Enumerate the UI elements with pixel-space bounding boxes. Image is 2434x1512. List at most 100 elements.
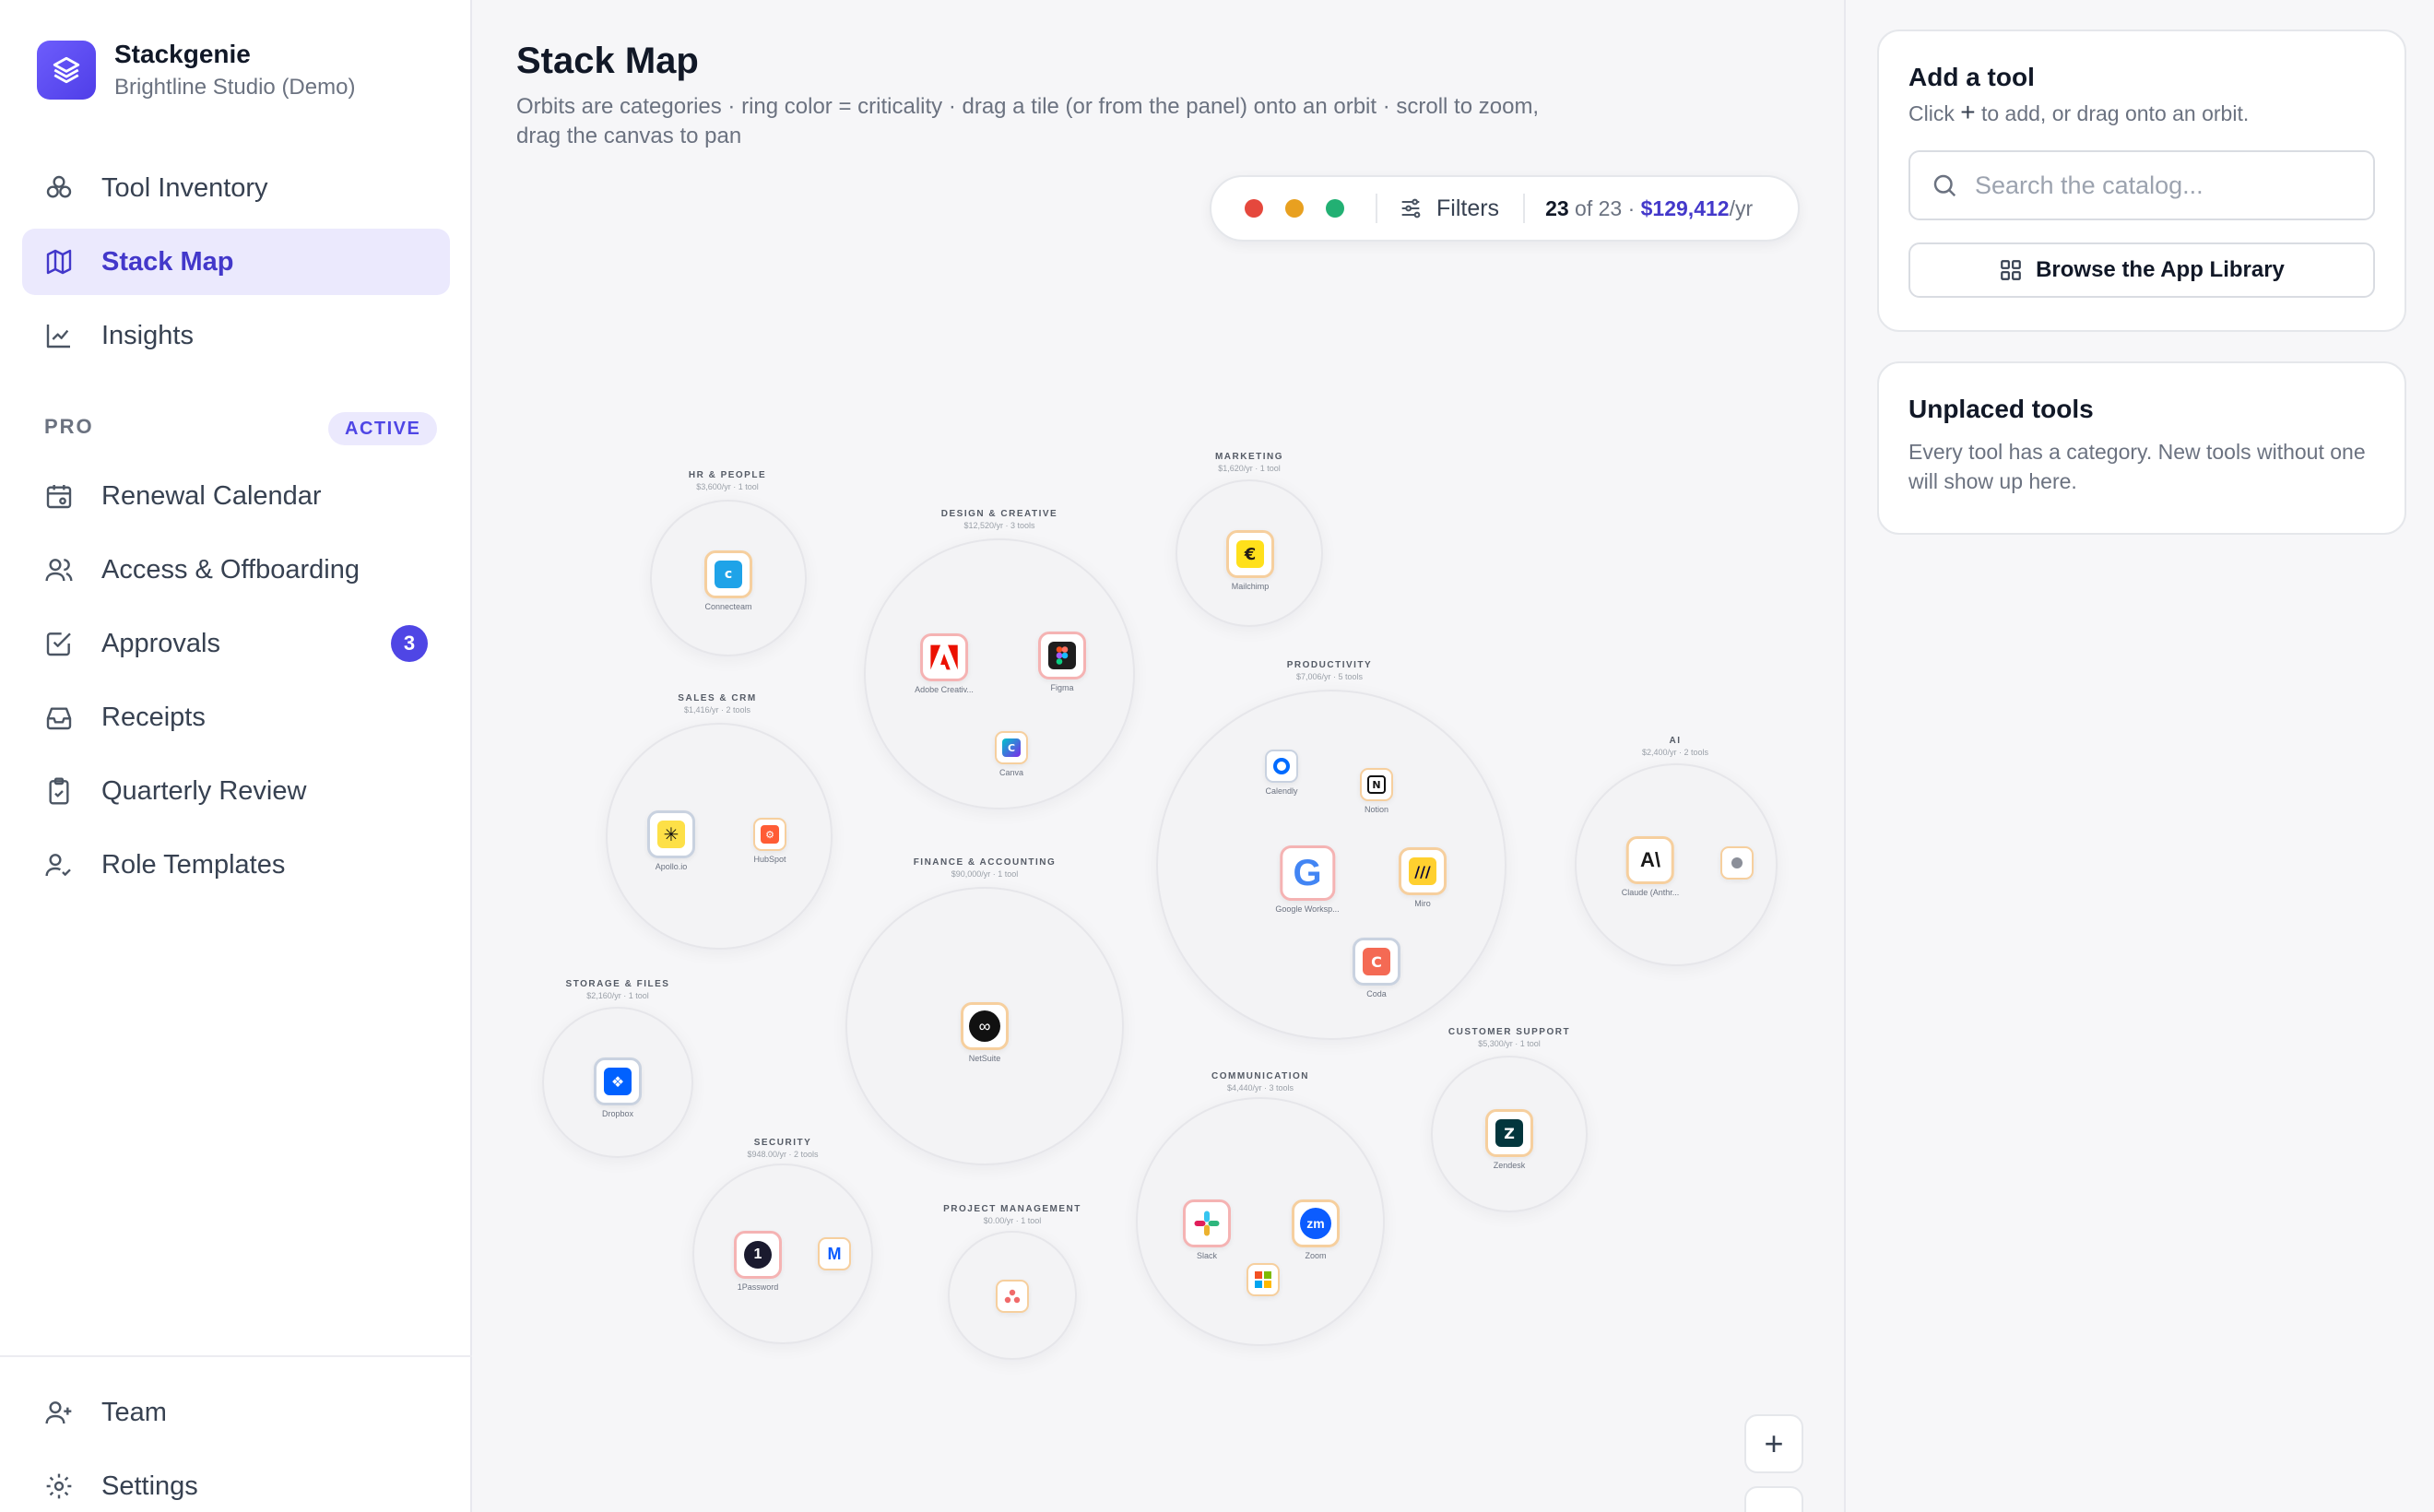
tool-tile-calendly[interactable]: Calendly [1265,750,1298,796]
tool-tile-ai-unnamed[interactable] [1720,846,1754,880]
tool-tile-hubspot[interactable]: ⚙ HubSpot [753,818,786,864]
tool-name: NetSuite [968,1054,1001,1063]
add-tool-title: Add a tool [1908,63,2035,91]
google-logo-icon: G [1293,852,1322,893]
tool-tile-claude[interactable]: A\ Claude (Anthr... [1622,836,1679,897]
calendly-logo-icon [1273,758,1290,774]
line-chart-icon [42,319,76,352]
tool-tile-canva[interactable]: C Canva [995,731,1028,777]
tool-tile-adobe-creative-cloud[interactable]: Adobe Creativ... [915,633,974,694]
shown-count: 23 [1545,195,1569,220]
zendesk-logo-icon: Z [1495,1119,1523,1147]
m-logo-icon: M [827,1244,842,1263]
tool-tile-netsuite[interactable]: ∞ NetSuite [961,1002,1009,1063]
nav-item-receipts[interactable]: Receipts [22,684,450,750]
nav-item-approvals[interactable]: Approvals 3 [22,610,450,677]
tool-tile-mailchimp[interactable]: € Mailchimp [1226,530,1274,591]
criticality-low-filter[interactable] [1326,199,1344,218]
category-name: HR & PEOPLE [688,470,767,480]
nav-item-tool-inventory[interactable]: Tool Inventory [22,155,450,221]
tool-name: Apollo.io [655,862,688,871]
nav-item-stack-map[interactable]: Stack Map [22,229,450,295]
brand[interactable]: Stackgenie Brightline Studio (Demo) [37,39,355,101]
category-label: STORAGE & FILES $2,160/yr · 1 tool [498,979,738,1000]
main-nav: Tool Inventory Stack Map Insights [22,155,450,376]
tool-name: Canva [998,768,1023,777]
category-meta: $0.00/yr · 1 tool [983,1216,1042,1225]
netsuite-logo-icon: ∞ [969,1010,1000,1042]
tool-tile-1password[interactable]: 1 1Password [734,1231,782,1292]
orbit-sales-crm[interactable] [606,723,833,950]
tool-tile-zoom[interactable]: zm Zoom [1292,1199,1340,1260]
tool-name: Miro [1414,899,1431,908]
category-label: MARKETING $1,620/yr · 1 tool [1129,452,1369,473]
category-label: SECURITY $948.00/yr · 2 tools [663,1138,903,1159]
unplaced-tools-card: Unplaced tools Every tool has a category… [1877,361,2406,535]
brand-name: Stackgenie [114,40,251,68]
tool-name: Zendesk [1493,1161,1526,1170]
category-meta: $7,006/yr · 5 tools [1295,672,1364,681]
tool-tile-apollo[interactable]: ✳ Apollo.io [647,810,695,871]
nav-item-settings[interactable]: Settings [22,1453,450,1512]
catalog-search-input[interactable] [1975,171,2344,200]
total-count: of 23 · [1568,195,1641,220]
connecteam-logo-icon: c [715,561,742,588]
tool-tile-asana[interactable] [996,1280,1029,1313]
orbit-communication[interactable] [1136,1097,1385,1346]
category-label: HR & PEOPLE $3,600/yr · 1 tool [608,470,847,491]
tool-tile-notion[interactable]: N Notion [1360,768,1393,814]
category-meta: $90,000/yr · 1 tool [951,869,1019,879]
filters-button[interactable]: Filters [1398,195,1499,222]
tool-tile-miro[interactable]: /// Miro [1399,847,1447,908]
category-name: DESIGN & CREATIVE [940,509,1058,519]
category-meta: $1,620/yr · 1 tool [1218,464,1281,473]
tool-name: Figma [1050,683,1074,692]
category-name: FINANCE & ACCOUNTING [913,857,1057,868]
tool-tile-connecteam[interactable]: c Connecteam [704,550,752,611]
nav-label: Renewal Calendar [101,480,322,511]
sidebar: Stackgenie Brightline Studio (Demo) Tool… [0,0,472,1512]
tool-tile-dropbox[interactable]: ❖ Dropbox [594,1057,642,1118]
stack-map-canvas[interactable]: HR & PEOPLE $3,600/yr · 1 tool DESIGN & C… [472,0,1844,1512]
nav-label: Stack Map [101,246,234,277]
pro-section-label: PRO [44,415,94,438]
nav-item-team[interactable]: Team [22,1379,450,1446]
tools-panel: Add a tool Click + to add, or drag onto … [1844,0,2434,1512]
tool-tile-security-m[interactable]: M [818,1237,851,1270]
tool-tile-zendesk[interactable]: Z Zendesk [1485,1109,1533,1170]
unplaced-tools-title: Unplaced tools [1908,395,2094,423]
zoom-in-button[interactable]: + [1744,1414,1803,1473]
category-meta: $5,300/yr · 1 tool [1478,1039,1541,1048]
toolbar-divider [1376,194,1377,223]
nav-item-insights[interactable]: Insights [22,302,450,369]
nav-item-access-offboarding[interactable]: Access & Offboarding [22,537,450,603]
check-square-icon [42,627,76,660]
clipboard-icon [42,774,76,808]
tool-tile-google-workspace[interactable]: G Google Worksp... [1275,845,1340,914]
adobe-logo-icon [930,644,958,670]
nav-label: Settings [101,1471,198,1501]
nav-label: Receipts [101,702,206,732]
layers-circles-icon [42,171,76,205]
catalog-search[interactable] [1908,150,2375,220]
zoom-out-button[interactable] [1744,1486,1803,1512]
tool-tile-microsoft[interactable] [1247,1263,1280,1296]
tool-tile-slack[interactable]: Slack [1183,1199,1231,1260]
user-plus-icon [42,1396,76,1429]
category-label: PROJECT MANAGEMENT $0.00/yr · 1 tool [892,1204,1132,1225]
tool-tile-figma[interactable]: Figma [1038,632,1086,692]
sidebar-divider [0,1355,472,1357]
add-tool-card: Add a tool Click + to add, or drag onto … [1877,30,2406,332]
browse-app-library-button[interactable]: Browse the App Library [1908,242,2375,298]
category-name: PROJECT MANAGEMENT [943,1204,1081,1214]
nav-item-renewal-calendar[interactable]: Renewal Calendar [22,463,450,529]
nav-item-role-templates[interactable]: Role Templates [22,832,450,898]
grid-icon [2001,260,2021,280]
tool-tile-coda[interactable]: C Coda [1353,938,1400,998]
criticality-high-filter[interactable] [1245,199,1263,218]
category-meta: $12,520/yr · 3 tools [963,521,1035,530]
plus-icon: + [1960,98,1976,126]
category-meta: $2,160/yr · 1 tool [586,991,649,1000]
criticality-medium-filter[interactable] [1285,199,1304,218]
nav-item-quarterly-review[interactable]: Quarterly Review [22,758,450,824]
